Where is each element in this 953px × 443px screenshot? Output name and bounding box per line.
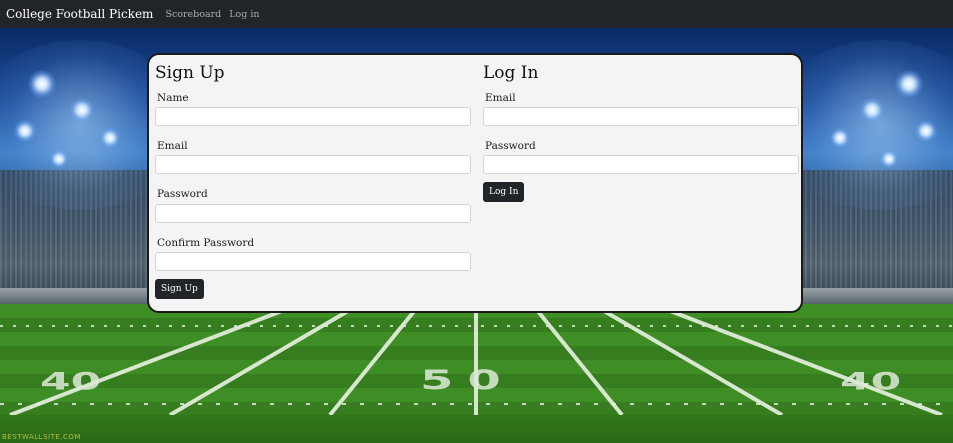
nav-link-login[interactable]: Log in bbox=[229, 9, 259, 20]
stadium-light-icon bbox=[895, 70, 923, 98]
yard-line bbox=[9, 304, 301, 415]
brand-link[interactable]: College Football Pickem bbox=[6, 7, 153, 21]
image-watermark: BESTWALLSITE.COM bbox=[2, 433, 81, 441]
field-markings bbox=[0, 304, 953, 415]
signup-confirm-password-label: Confirm Password bbox=[157, 237, 255, 249]
yard-number-right: 40 bbox=[840, 367, 902, 396]
yard-line bbox=[590, 304, 784, 415]
top-navbar: College Football Pickem Scoreboard Log i… bbox=[0, 0, 953, 28]
stadium-light-icon bbox=[915, 120, 937, 142]
sign-up-button[interactable]: Sign Up bbox=[155, 279, 204, 299]
login-password-input[interactable] bbox=[483, 155, 799, 174]
yard-number-center: 50 bbox=[420, 364, 515, 396]
yard-line bbox=[530, 304, 624, 415]
page: College Football Pickem Scoreboard Log i… bbox=[0, 0, 953, 443]
signup-title: Sign Up bbox=[155, 63, 225, 83]
login-email-input[interactable] bbox=[483, 107, 799, 126]
stadium-light-icon bbox=[50, 150, 68, 168]
login-email-label: Email bbox=[485, 92, 516, 104]
auth-card: Sign Up Name Email Password Confirm Pass… bbox=[147, 53, 803, 313]
signup-confirm-password-input[interactable] bbox=[155, 252, 471, 271]
signup-name-label: Name bbox=[157, 92, 189, 104]
yard-number-left: 40 bbox=[40, 367, 102, 396]
nav-link-scoreboard[interactable]: Scoreboard bbox=[165, 9, 221, 20]
stadium-light-icon bbox=[70, 98, 94, 122]
login-title: Log In bbox=[483, 63, 539, 83]
stadium-light-icon bbox=[28, 70, 56, 98]
signup-password-label: Password bbox=[157, 188, 208, 200]
signup-email-input[interactable] bbox=[155, 155, 471, 174]
stadium-light-icon bbox=[860, 98, 884, 122]
yard-line bbox=[328, 304, 422, 415]
signup-name-input[interactable] bbox=[155, 107, 471, 126]
stadium-light-icon bbox=[14, 120, 36, 142]
login-password-label: Password bbox=[485, 140, 536, 152]
yard-line bbox=[651, 304, 943, 415]
signup-password-input[interactable] bbox=[155, 204, 471, 223]
signup-email-label: Email bbox=[157, 140, 188, 152]
log-in-button[interactable]: Log In bbox=[483, 182, 525, 202]
yard-line bbox=[168, 304, 362, 415]
stadium-light-icon bbox=[100, 128, 120, 148]
stadium-light-icon bbox=[830, 128, 850, 148]
stadium-light-icon bbox=[880, 150, 898, 168]
